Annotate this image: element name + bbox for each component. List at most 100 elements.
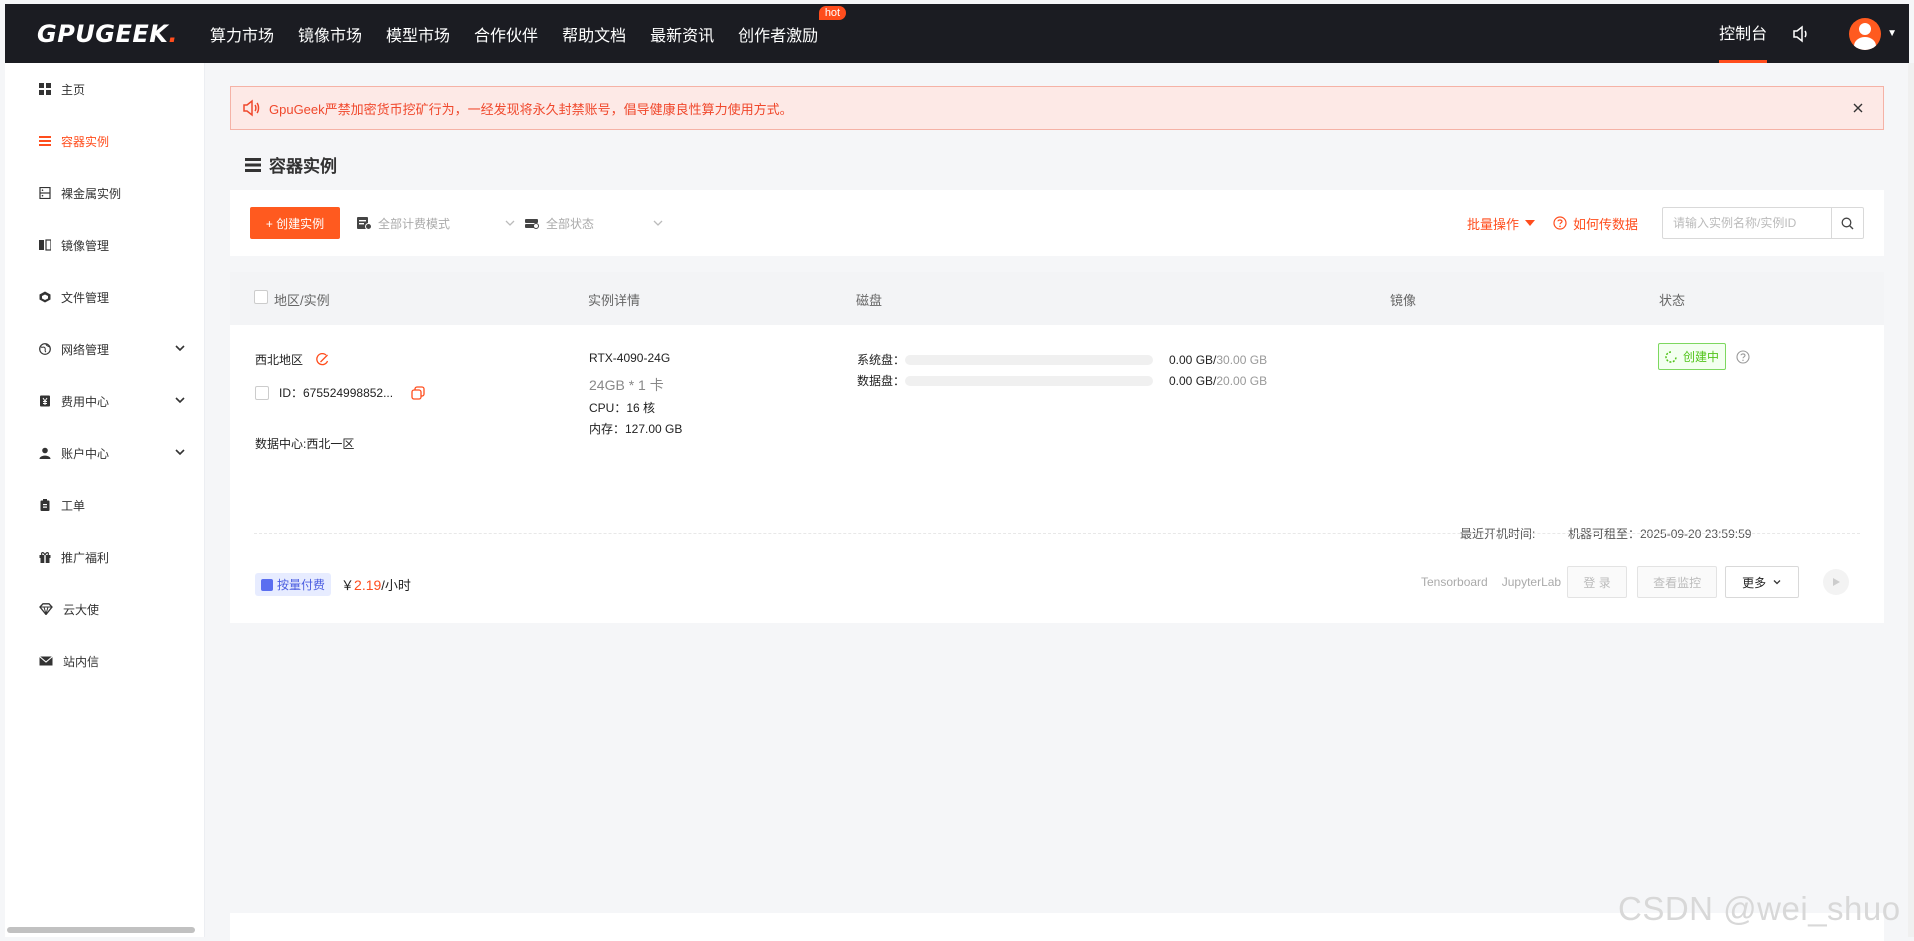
copy-icon[interactable] — [411, 385, 425, 400]
chevron-down-icon — [505, 220, 515, 226]
sidebar-item-image-management[interactable]: 镜像管理 — [5, 219, 204, 271]
nav-item-creator-incentive[interactable]: 创作者激励 hot — [738, 5, 847, 46]
column-header-status: 状态 — [1659, 293, 1686, 308]
console-link[interactable]: 控制台 — [1719, 4, 1768, 63]
sidebar-item-messages[interactable]: 站内信 — [5, 635, 204, 687]
datacenter: 数据中心:西北一区 — [255, 437, 355, 451]
billing-mode-select[interactable]: 全部计费模式 — [356, 215, 516, 232]
hot-badge: hot — [818, 5, 847, 20]
system-disk-row: 系统盘： 0.00 GB / 30.00 GB — [857, 351, 1267, 368]
avatar[interactable] — [1849, 17, 1882, 50]
system-disk-usage-bar — [905, 354, 1153, 365]
row-checkbox[interactable] — [255, 385, 269, 400]
sidebar-item-label: 推广福利 — [61, 550, 110, 565]
edit-icon[interactable] — [315, 352, 329, 367]
chevron-down-icon — [1773, 580, 1781, 585]
sidebar-item-billing-center[interactable]: 费用中心 — [5, 375, 204, 427]
sidebar-item-label: 主页 — [61, 82, 86, 97]
system-disk-total: 30.00 GB — [1216, 352, 1268, 367]
status-select[interactable]: 全部状态 — [524, 215, 664, 232]
instance-id-cell: ID：675524998852... — [255, 384, 425, 401]
sidebar-item-label: 站内信 — [63, 654, 100, 669]
system-disk-label: 系统盘： — [857, 353, 906, 367]
search-input[interactable] — [1663, 208, 1831, 238]
search-button[interactable] — [1831, 208, 1863, 238]
nav-item-compute-market[interactable]: 算力市场 — [210, 22, 274, 46]
yen-icon — [40, 395, 50, 407]
close-icon[interactable] — [1851, 101, 1865, 115]
more-dropdown-button[interactable]: 更多 — [1725, 566, 1800, 598]
login-button[interactable]: 登 录 — [1567, 566, 1628, 598]
cpu-spec: CPU：16 核 — [589, 401, 656, 415]
help-icon[interactable] — [1736, 349, 1750, 364]
column-header-image: 镜像 — [1390, 293, 1417, 308]
grid-icon — [39, 83, 51, 95]
box-icon — [39, 291, 51, 303]
select-all-checkbox[interactable] — [254, 290, 268, 304]
billing-tag: 按量付费 — [255, 573, 332, 596]
data-disk-label: 数据盘： — [857, 374, 906, 388]
sidebar: 主页 容器实例 裸金属实例 镜像管理 文件管理 网络管理 费用中心 账户中心 工… — [5, 63, 205, 937]
start-instance-button[interactable] — [1823, 569, 1850, 595]
billing-tag-icon — [261, 578, 273, 591]
status-filter-value: 全部状态 — [546, 216, 595, 231]
caret-down-icon — [1524, 220, 1535, 226]
chevron-down-icon[interactable] — [174, 342, 186, 354]
price-unit: /小时 — [381, 578, 411, 593]
sidebar-item-tickets[interactable]: 工单 — [5, 479, 204, 531]
sidebar-item-label: 文件管理 — [61, 290, 110, 305]
sidebar-item-file-management[interactable]: 文件管理 — [5, 271, 204, 323]
billing-info: 按量付费 ￥2.19/小时 — [255, 573, 411, 596]
billing-icon — [357, 217, 372, 230]
sidebar-item-cloud-ambassador[interactable]: 云大使 — [5, 583, 204, 635]
nav-item-image-market[interactable]: 镜像市场 — [298, 22, 362, 46]
top-navbar: GPUGEEK. 算力市场 镜像市场 模型市场 合作伙伴 帮助文档 最新资讯 创… — [5, 4, 1909, 63]
nav-item-partners[interactable]: 合作伙伴 — [474, 22, 538, 46]
system-disk-used: 0.00 GB — [1169, 352, 1214, 367]
memory-spec: 内存：127.00 GB — [589, 422, 683, 436]
page-scrollbar[interactable] — [1908, 63, 1914, 937]
batch-operations-label: 批量操作 — [1466, 216, 1519, 232]
status-badge: 创建中 — [1658, 343, 1727, 370]
chevron-down-icon[interactable] — [174, 394, 186, 406]
price-value: 2.19 — [354, 577, 382, 593]
gift-icon — [39, 552, 51, 563]
nav-item-news[interactable]: 最新资讯 — [650, 22, 714, 46]
view-monitoring-button[interactable]: 查看监控 — [1637, 566, 1718, 598]
sidebar-item-label: 裸金属实例 — [61, 186, 122, 201]
nav-item-help-docs[interactable]: 帮助文档 — [562, 22, 626, 46]
page-title: 容器实例 — [245, 152, 337, 177]
column-header-region[interactable]: 地区/实例 — [274, 290, 330, 309]
batch-operations-dropdown[interactable]: 批量操作 — [1467, 214, 1535, 233]
globe-icon — [39, 343, 51, 355]
status-text: 创建中 — [1683, 350, 1720, 364]
create-instance-button[interactable]: + 创建实例 — [250, 207, 340, 239]
image-icon — [39, 239, 51, 251]
sidebar-item-bare-metal[interactable]: 裸金属实例 — [5, 167, 204, 219]
table-row: 西北地区 ID：675524998852... 数据中心:西北一区 RTX-40… — [230, 325, 1884, 623]
data-disk-row: 数据盘： 0.00 GB / 20.00 GB — [857, 372, 1267, 389]
sidebar-scrollbar[interactable] — [7, 927, 195, 933]
instance-id: ID：675524998852... — [279, 386, 394, 400]
instance-details: RTX-4090-24G 24GB * 1 卡 CPU：16 核 内存：127.… — [589, 351, 682, 437]
jupyterlab-link[interactable]: JupyterLab — [1502, 575, 1561, 589]
price: ￥2.19/小时 — [341, 575, 411, 594]
chevron-down-icon[interactable] — [174, 446, 186, 458]
column-header-disk: 磁盘 — [856, 293, 883, 308]
clipboard-icon — [40, 499, 50, 511]
nav-item-model-market[interactable]: 模型市场 — [386, 22, 450, 46]
sidebar-item-account-center[interactable]: 账户中心 — [5, 427, 204, 479]
diamond-icon — [39, 603, 53, 615]
sidebar-item-label: 网络管理 — [61, 342, 110, 357]
how-to-transfer-data-link[interactable]: 如何传数据 — [1553, 214, 1638, 233]
sidebar-item-promotion[interactable]: 推广福利 — [5, 531, 204, 583]
data-disk-usage-bar — [905, 375, 1153, 386]
sidebar-item-home[interactable]: 主页 — [5, 63, 204, 115]
search-icon — [1841, 217, 1854, 229]
sidebar-item-network-management[interactable]: 网络管理 — [5, 323, 204, 375]
brand-logo[interactable]: GPUGEEK. — [37, 20, 178, 48]
tensorboard-link[interactable]: Tensorboard — [1421, 575, 1488, 589]
speaker-icon[interactable] — [1791, 24, 1811, 44]
sidebar-item-container-instances[interactable]: 容器实例 — [5, 115, 204, 167]
chevron-down-icon[interactable]: ▼ — [1887, 28, 1897, 39]
